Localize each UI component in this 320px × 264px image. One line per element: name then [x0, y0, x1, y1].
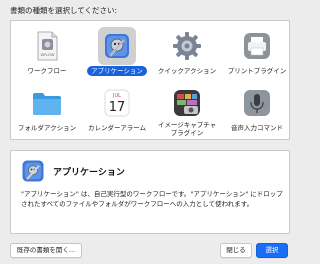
type-folder-action[interactable]: フォルダアクション — [14, 84, 80, 140]
type-label: イメージキャプチャ — [157, 121, 217, 129]
type-label: カレンダーアラーム — [87, 124, 147, 132]
prompt-label: 書類の種類を選択してください: — [10, 6, 118, 15]
type-label: 音声入力コマンド — [231, 124, 283, 132]
choose-button[interactable]: 選択 — [256, 243, 288, 258]
svg-text:JUL: JUL — [112, 93, 121, 99]
type-application[interactable]: アプリケーション — [84, 27, 150, 83]
open-existing-button[interactable]: 既存の書類を開く... — [10, 243, 82, 258]
description-title: アプリケーション — [53, 168, 125, 178]
type-image-capture-plugin[interactable]: イメージキャプチャ プラグイン — [154, 84, 220, 140]
type-quick-action[interactable]: クイックアクション — [154, 27, 220, 83]
description-text: "アプリケーション" は、自己実行型のワークフローです。"アプリケーション" に… — [21, 190, 283, 208]
workflow-document-icon: WFLOW — [31, 30, 63, 62]
close-button[interactable]: 閉じる — [220, 243, 252, 258]
type-label: フォルダアクション — [17, 124, 77, 132]
description-panel: アプリケーション "アプリケーション" は、自己実行型のワークフローです。"アプ… — [10, 150, 290, 234]
printer-icon — [241, 30, 273, 62]
svg-text:17: 17 — [109, 100, 126, 115]
type-workflow[interactable]: WFLOW ワークフロー — [14, 27, 80, 83]
type-label: プリントプラグイン — [227, 67, 287, 75]
microphone-icon — [241, 87, 273, 119]
automator-robot-icon — [21, 159, 45, 183]
image-capture-icon — [171, 87, 203, 119]
type-calendar-alarm[interactable]: JUL 17 カレンダーアラーム — [84, 84, 150, 140]
svg-text:WFLOW: WFLOW — [41, 53, 55, 57]
type-label-line2: プラグイン — [170, 129, 204, 137]
type-label: ワークフロー — [27, 67, 67, 75]
folder-icon — [31, 87, 63, 119]
gear-icon — [171, 30, 203, 62]
calendar-icon: JUL 17 — [101, 87, 133, 119]
type-print-plugin[interactable]: プリントプラグイン — [224, 27, 290, 83]
automator-robot-icon — [98, 27, 136, 65]
type-dictation-command[interactable]: 音声入力コマンド — [224, 84, 290, 140]
type-label: クイックアクション — [157, 67, 217, 75]
document-type-grid: WFLOW ワークフロー アプリケーション クイックアクション プリントプラグイ… — [10, 20, 290, 140]
type-label: アプリケーション — [87, 66, 147, 76]
